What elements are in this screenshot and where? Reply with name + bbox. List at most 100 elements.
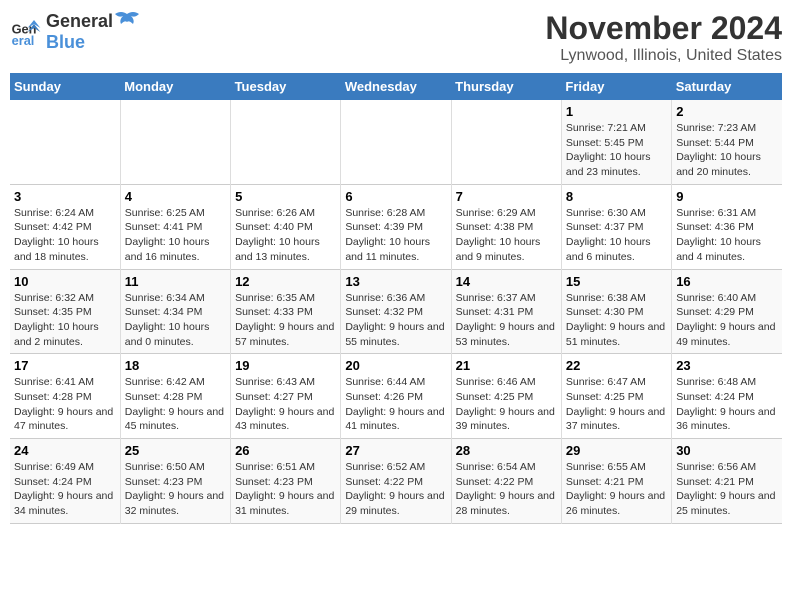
day-number: 2	[676, 104, 778, 119]
calendar-cell: 7 Sunrise: 6:29 AMSunset: 4:38 PMDaylight…	[451, 184, 561, 269]
day-number: 15	[566, 274, 667, 289]
calendar-cell: 27 Sunrise: 6:52 AMSunset: 4:22 PMDayligh…	[341, 439, 451, 524]
header-tuesday: Tuesday	[231, 73, 341, 100]
day-info: Sunrise: 6:35 AMSunset: 4:33 PMDaylight:…	[235, 291, 336, 350]
day-number: 14	[456, 274, 557, 289]
calendar-cell	[341, 100, 451, 184]
calendar-cell: 24Sunrise: 6:49 AMSunset: 4:24 PMDayligh…	[10, 439, 120, 524]
logo-icon: Gen eral	[10, 16, 42, 48]
header-thursday: Thursday	[451, 73, 561, 100]
day-info: Sunrise: 6:51 AMSunset: 4:23 PMDaylight:…	[235, 460, 336, 519]
day-info: Sunrise: 6:43 AMSunset: 4:27 PMDaylight:…	[235, 375, 336, 434]
day-number: 3	[14, 189, 116, 204]
calendar-cell: 6 Sunrise: 6:28 AMSunset: 4:39 PMDaylight…	[341, 184, 451, 269]
calendar-week-row: 10 Sunrise: 6:32 AMSunset: 4:35 PMDayligh…	[10, 269, 782, 354]
calendar-cell: 12 Sunrise: 6:35 AMSunset: 4:33 PMDayligh…	[231, 269, 341, 354]
calendar-cell: 1Sunrise: 7:21 AMSunset: 5:45 PMDaylight…	[561, 100, 671, 184]
day-info: Sunrise: 6:37 AMSunset: 4:31 PMDaylight:…	[456, 291, 557, 350]
day-info: Sunrise: 6:42 AMSunset: 4:28 PMDaylight:…	[125, 375, 226, 434]
day-number: 13	[345, 274, 446, 289]
header-sunday: Sunday	[10, 73, 120, 100]
day-number: 29	[566, 443, 667, 458]
calendar-cell: 30 Sunrise: 6:56 AMSunset: 4:21 PMDayligh…	[672, 439, 782, 524]
day-number: 8	[566, 189, 667, 204]
calendar-cell: 8 Sunrise: 6:30 AMSunset: 4:37 PMDaylight…	[561, 184, 671, 269]
day-number: 17	[14, 358, 116, 373]
logo-general: General	[46, 11, 113, 32]
day-info: Sunrise: 6:36 AMSunset: 4:32 PMDaylight:…	[345, 291, 446, 350]
day-info: Sunrise: 6:31 AMSunset: 4:36 PMDaylight:…	[676, 206, 778, 265]
day-number: 9	[676, 189, 778, 204]
day-number: 23	[676, 358, 778, 373]
day-info: Sunrise: 6:32 AMSunset: 4:35 PMDaylight:…	[14, 291, 116, 350]
day-info: Sunrise: 6:41 AMSunset: 4:28 PMDaylight:…	[14, 375, 116, 434]
day-info: Sunrise: 6:40 AMSunset: 4:29 PMDaylight:…	[676, 291, 778, 350]
day-info: Sunrise: 6:29 AMSunset: 4:38 PMDaylight:…	[456, 206, 557, 265]
day-number: 12	[235, 274, 336, 289]
calendar-week-row: 24Sunrise: 6:49 AMSunset: 4:24 PMDayligh…	[10, 439, 782, 524]
day-info: Sunrise: 6:56 AMSunset: 4:21 PMDaylight:…	[676, 460, 778, 519]
calendar-cell: 29 Sunrise: 6:55 AMSunset: 4:21 PMDayligh…	[561, 439, 671, 524]
calendar-cell: 5 Sunrise: 6:26 AMSunset: 4:40 PMDaylight…	[231, 184, 341, 269]
day-info: Sunrise: 6:50 AMSunset: 4:23 PMDaylight:…	[125, 460, 226, 519]
calendar-cell: 10 Sunrise: 6:32 AMSunset: 4:35 PMDayligh…	[10, 269, 120, 354]
calendar-header-row: SundayMondayTuesdayWednesdayThursdayFrid…	[10, 73, 782, 100]
calendar-week-row: 1Sunrise: 7:21 AMSunset: 5:45 PMDaylight…	[10, 100, 782, 184]
calendar-cell: 22Sunrise: 6:47 AMSunset: 4:25 PMDayligh…	[561, 354, 671, 439]
day-number: 10	[14, 274, 116, 289]
day-info: Sunrise: 6:52 AMSunset: 4:22 PMDaylight:…	[345, 460, 446, 519]
svg-text:eral: eral	[12, 32, 35, 47]
header: Gen eral General Blue November 2024 Lynw…	[10, 10, 782, 65]
day-number: 7	[456, 189, 557, 204]
day-info: Sunrise: 6:55 AMSunset: 4:21 PMDaylight:…	[566, 460, 667, 519]
calendar-table: SundayMondayTuesdayWednesdayThursdayFrid…	[10, 73, 782, 524]
day-info: Sunrise: 6:30 AMSunset: 4:37 PMDaylight:…	[566, 206, 667, 265]
day-info: Sunrise: 7:21 AMSunset: 5:45 PMDaylight:…	[566, 121, 667, 180]
calendar-cell: 9 Sunrise: 6:31 AMSunset: 4:36 PMDaylight…	[672, 184, 782, 269]
day-info: Sunrise: 7:23 AMSunset: 5:44 PMDaylight:…	[676, 121, 778, 180]
day-number: 21	[456, 358, 557, 373]
logo: Gen eral General Blue	[10, 10, 141, 53]
header-friday: Friday	[561, 73, 671, 100]
calendar-cell	[451, 100, 561, 184]
calendar-cell: 18 Sunrise: 6:42 AMSunset: 4:28 PMDayligh…	[120, 354, 230, 439]
day-number: 5	[235, 189, 336, 204]
day-number: 18	[125, 358, 226, 373]
sub-title: Lynwood, Illinois, United States	[545, 47, 782, 65]
calendar-cell: 20Sunrise: 6:44 AMSunset: 4:26 PMDayligh…	[341, 354, 451, 439]
header-monday: Monday	[120, 73, 230, 100]
logo-bird-icon	[113, 10, 141, 32]
day-number: 20	[345, 358, 446, 373]
calendar-week-row: 17 Sunrise: 6:41 AMSunset: 4:28 PMDayligh…	[10, 354, 782, 439]
day-info: Sunrise: 6:34 AMSunset: 4:34 PMDaylight:…	[125, 291, 226, 350]
day-info: Sunrise: 6:28 AMSunset: 4:39 PMDaylight:…	[345, 206, 446, 265]
day-number: 27	[345, 443, 446, 458]
calendar-cell: 28Sunrise: 6:54 AMSunset: 4:22 PMDayligh…	[451, 439, 561, 524]
day-info: Sunrise: 6:54 AMSunset: 4:22 PMDaylight:…	[456, 460, 557, 519]
day-info: Sunrise: 6:46 AMSunset: 4:25 PMDaylight:…	[456, 375, 557, 434]
logo-text: General Blue	[46, 10, 141, 53]
calendar-cell: 3 Sunrise: 6:24 AMSunset: 4:42 PMDaylight…	[10, 184, 120, 269]
logo-blue: Blue	[46, 32, 141, 53]
day-info: Sunrise: 6:24 AMSunset: 4:42 PMDaylight:…	[14, 206, 116, 265]
calendar-cell: 4 Sunrise: 6:25 AMSunset: 4:41 PMDaylight…	[120, 184, 230, 269]
calendar-cell: 23 Sunrise: 6:48 AMSunset: 4:24 PMDayligh…	[672, 354, 782, 439]
day-number: 6	[345, 189, 446, 204]
header-wednesday: Wednesday	[341, 73, 451, 100]
calendar-cell: 13 Sunrise: 6:36 AMSunset: 4:32 PMDayligh…	[341, 269, 451, 354]
title-area: November 2024 Lynwood, Illinois, United …	[545, 10, 782, 65]
day-number: 4	[125, 189, 226, 204]
day-info: Sunrise: 6:25 AMSunset: 4:41 PMDaylight:…	[125, 206, 226, 265]
calendar-cell: 15Sunrise: 6:38 AMSunset: 4:30 PMDayligh…	[561, 269, 671, 354]
day-number: 30	[676, 443, 778, 458]
day-number: 26	[235, 443, 336, 458]
calendar-cell: 2 Sunrise: 7:23 AMSunset: 5:44 PMDaylight…	[672, 100, 782, 184]
day-number: 16	[676, 274, 778, 289]
day-info: Sunrise: 6:26 AMSunset: 4:40 PMDaylight:…	[235, 206, 336, 265]
calendar-cell	[120, 100, 230, 184]
day-info: Sunrise: 6:48 AMSunset: 4:24 PMDaylight:…	[676, 375, 778, 434]
calendar-cell	[231, 100, 341, 184]
calendar-week-row: 3 Sunrise: 6:24 AMSunset: 4:42 PMDaylight…	[10, 184, 782, 269]
calendar-cell: 14 Sunrise: 6:37 AMSunset: 4:31 PMDayligh…	[451, 269, 561, 354]
day-number: 25	[125, 443, 226, 458]
